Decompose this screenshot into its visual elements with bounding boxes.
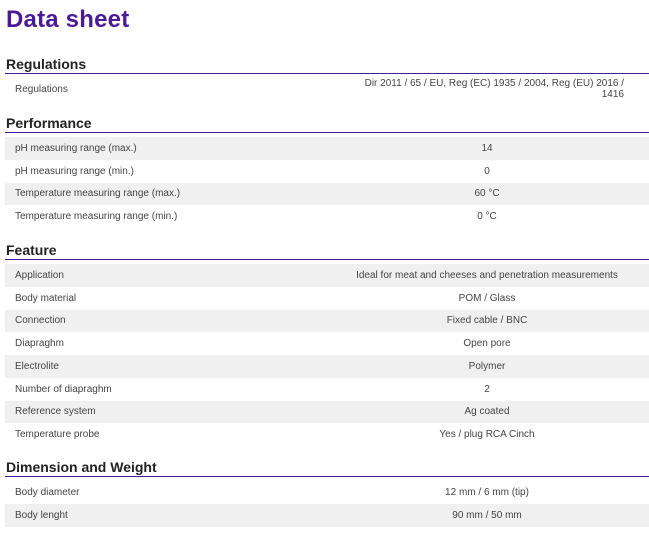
section-heading: Feature <box>5 241 649 260</box>
row-value: Ideal for meat and cheeses and penetrati… <box>356 269 618 281</box>
row-value: Ag coated <box>464 406 510 418</box>
row-label: Regulations <box>15 83 68 95</box>
row-value: POM / Glass <box>458 292 516 304</box>
row-value: Open pore <box>463 338 511 350</box>
table-row: pH measuring range (max.) 14 <box>5 137 649 160</box>
row-value: 90 mm / 50 mm <box>452 509 522 521</box>
row-value: Polymer <box>468 360 506 372</box>
table-row: Body lenght 90 mm / 50 mm <box>5 503 649 527</box>
data-sheet-page: Data sheet Regulations Regulations Dir 2… <box>0 0 649 536</box>
section-performance: Performance pH measuring range (max.) 14… <box>5 114 649 228</box>
section-heading: Performance <box>5 114 649 133</box>
row-label: pH measuring range (min.) <box>15 165 134 177</box>
row-label: Application <box>15 269 64 281</box>
section-heading: Regulations <box>5 55 649 74</box>
row-value: 0 <box>484 165 490 177</box>
row-label: Body lenght <box>15 509 68 521</box>
row-label: Reference system <box>15 406 96 418</box>
row-value: 60 °C <box>474 188 500 200</box>
row-value: 12 mm / 6 mm (tip) <box>445 486 529 498</box>
row-label: Diapraghm <box>15 338 64 350</box>
row-label: Body diameter <box>15 486 80 498</box>
row-value: Yes / plug RCA Cinch <box>439 429 535 441</box>
table-row: Connection Fixed cable / BNC <box>5 309 649 333</box>
table-row: Regulations Dir 2011 / 65 / EU, Reg (EC)… <box>5 78 649 101</box>
section-feature: Feature Application Ideal for meat and c… <box>5 241 649 446</box>
table-row: Electrolite Polymer <box>5 355 649 378</box>
table-row: Temperature measuring range (max.) 60 °C <box>5 182 649 206</box>
table-row: Body material POM / Glass <box>5 287 649 310</box>
table-row: Application Ideal for meat and cheeses a… <box>5 264 649 287</box>
row-label: Number of diapraghm <box>15 383 112 395</box>
section-heading: Dimension and Weight <box>5 458 649 477</box>
row-label: Temperature measuring range (max.) <box>15 188 181 200</box>
table-row: Diapraghm Open pore <box>5 332 649 355</box>
row-label: Temperature probe <box>15 429 100 441</box>
row-label: Electrolite <box>15 360 59 372</box>
table-row: Temperature probe Yes / plug RCA Cinch <box>5 423 649 446</box>
row-value: Dir 2011 / 65 / EU, Reg (EC) 1935 / 2004… <box>364 78 624 101</box>
row-value: 2 <box>484 383 490 395</box>
row-value: 14 <box>481 142 493 154</box>
table-row: Body diameter 12 mm / 6 mm (tip) <box>5 481 649 504</box>
row-label: Body material <box>15 292 77 304</box>
table-row: Temperature measuring range (min.) 0 °C <box>5 205 649 228</box>
table-row: Reference system Ag coated <box>5 400 649 424</box>
table-row: pH measuring range (min.) 0 <box>5 160 649 183</box>
row-label: pH measuring range (max.) <box>15 142 137 154</box>
page-title: Data sheet <box>6 6 130 33</box>
row-value: 0 °C <box>477 211 497 223</box>
table-row: Number of diapraghm 2 <box>5 378 649 401</box>
row-label: Temperature measuring range (min.) <box>15 211 178 223</box>
row-label: Connection <box>15 315 66 327</box>
section-regulations: Regulations Regulations Dir 2011 / 65 / … <box>5 55 649 101</box>
section-dimension-weight: Dimension and Weight Body diameter 12 mm… <box>5 458 649 527</box>
row-value: Fixed cable / BNC <box>446 315 528 327</box>
